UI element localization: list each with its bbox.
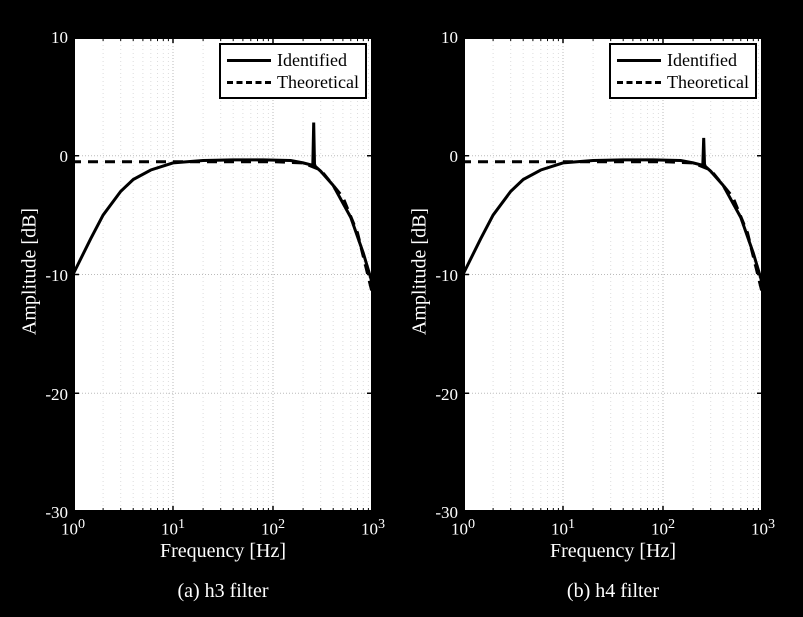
ytick-label: 0 <box>428 147 458 167</box>
ytick-label: -10 <box>428 266 458 286</box>
xtick-base: 10 <box>551 520 568 539</box>
legend-row-theoretical: Theoretical <box>227 71 359 93</box>
ytick-label: -20 <box>38 385 68 405</box>
ylabel-b: Amplitude [dB] <box>409 202 432 342</box>
xtick-exp: 0 <box>78 516 85 532</box>
xtick-label: 102 <box>258 516 288 540</box>
xtick-exp: 0 <box>468 516 475 532</box>
xtick-base: 10 <box>751 520 768 539</box>
xtick-base: 10 <box>61 520 78 539</box>
xtick-label: 103 <box>358 516 388 540</box>
ylabel-a: Amplitude [dB] <box>19 202 42 342</box>
legend-label-identified: Identified <box>667 50 737 71</box>
subfig-label-text: (a) h3 filter <box>177 580 268 602</box>
xtick-label: 102 <box>648 516 678 540</box>
xtick-base: 10 <box>451 520 468 539</box>
xtick-exp: 1 <box>178 516 185 532</box>
panel-b-svg <box>463 37 763 512</box>
ytick-label: 10 <box>428 28 458 48</box>
figure-container: Identified Theoretical 10 0 -10 -20 -30 … <box>0 0 803 617</box>
xlabel-b: Frequency [Hz] <box>463 540 763 563</box>
legend-label-theoretical: Theoretical <box>667 72 749 93</box>
panel-a-svg <box>73 37 373 512</box>
legend-swatch-dashed <box>617 81 661 84</box>
xtick-base: 10 <box>261 520 278 539</box>
legend-row-identified: Identified <box>617 49 749 71</box>
legend-swatch-solid <box>227 59 271 62</box>
xtick-exp: 2 <box>278 516 285 532</box>
xtick-base: 10 <box>651 520 668 539</box>
ytick-label: 0 <box>38 147 68 167</box>
subfig-label-text: (b) h4 filter <box>567 580 659 602</box>
xtick-exp: 3 <box>378 516 385 532</box>
legend-swatch-dashed <box>227 81 271 84</box>
xtick-label: 100 <box>58 516 88 540</box>
xtick-label: 100 <box>448 516 478 540</box>
ytick-label: 10 <box>38 28 68 48</box>
xtick-label: 103 <box>748 516 778 540</box>
xlabel-a: Frequency [Hz] <box>73 540 373 563</box>
ytick-label: -10 <box>38 266 68 286</box>
legend-row-identified: Identified <box>227 49 359 71</box>
ytick-label: -20 <box>428 385 458 405</box>
subfig-label-a: (a) h3 filter <box>73 580 373 603</box>
xtick-exp: 3 <box>768 516 775 532</box>
legend-row-theoretical: Theoretical <box>617 71 749 93</box>
xtick-label: 101 <box>158 516 188 540</box>
panel-b: Identified Theoretical <box>463 37 763 512</box>
legend-label-theoretical: Theoretical <box>277 72 359 93</box>
xtick-base: 10 <box>361 520 378 539</box>
subfig-label-b: (b) h4 filter <box>463 580 763 603</box>
xtick-base: 10 <box>161 520 178 539</box>
legend-a: Identified Theoretical <box>219 43 367 99</box>
legend-label-identified: Identified <box>277 50 347 71</box>
xtick-exp: 1 <box>568 516 575 532</box>
legend-swatch-solid <box>617 59 661 62</box>
xtick-exp: 2 <box>668 516 675 532</box>
xtick-label: 101 <box>548 516 578 540</box>
legend-b: Identified Theoretical <box>609 43 757 99</box>
panel-a: Identified Theoretical <box>73 37 373 512</box>
